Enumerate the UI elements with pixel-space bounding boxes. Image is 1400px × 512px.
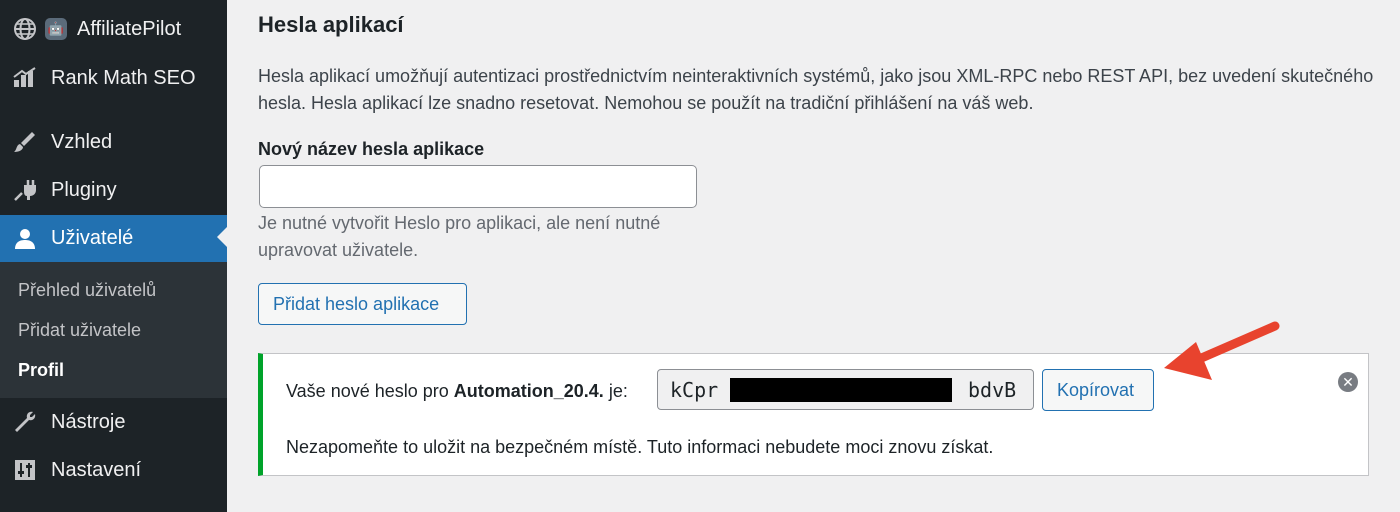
globe-icon bbox=[11, 15, 39, 43]
robot-logo-icon: 🤖 bbox=[45, 18, 67, 40]
dismiss-icon[interactable]: ✕ bbox=[1338, 372, 1358, 392]
section-description: Hesla aplikací umožňují autentizaci pros… bbox=[258, 66, 1374, 113]
submenu-item-pridat-uzivatele[interactable]: Přidat uživatele bbox=[18, 320, 141, 341]
notice-warning: Nezapomeňte to uložit na bezpečném místě… bbox=[286, 437, 994, 457]
sidebar-item-label: Pluginy bbox=[51, 178, 117, 201]
copy-password-button[interactable]: Kopírovat bbox=[1042, 369, 1154, 411]
paintbrush-icon bbox=[11, 128, 39, 156]
field-hint: Je nutné vytvořit Heslo pro aplikaci, al… bbox=[258, 213, 661, 260]
notice-prefix: Vaše nové heslo pro bbox=[286, 381, 454, 401]
admin-sidebar: 🤖 AffiliatePilot Rank Math SEO Vzhled Pl… bbox=[0, 0, 227, 512]
main-content: Hesla aplikací Hesla aplikací umožňují a… bbox=[227, 0, 1400, 512]
notice-suffix: je: bbox=[603, 381, 628, 401]
new-password-field[interactable]: kCpr bdvB bbox=[657, 369, 1034, 410]
notice-app-name: Automation_20.4. bbox=[453, 381, 604, 401]
sidebar-item-label: Rank Math SEO bbox=[51, 66, 196, 89]
new-app-password-name-input[interactable] bbox=[259, 165, 697, 208]
sidebar-item-nastaveni[interactable]: Nastavení bbox=[0, 448, 227, 492]
sidebar-item-label: Vzhled bbox=[51, 130, 113, 153]
sidebar-item-vzhled[interactable]: Vzhled bbox=[0, 120, 227, 164]
plugin-icon bbox=[11, 176, 39, 204]
submenu-item-prehled-uzivatelu[interactable]: Přehled uživatelů bbox=[18, 280, 156, 301]
user-icon bbox=[11, 225, 39, 253]
password-start: kCpr bbox=[670, 378, 719, 402]
wrench-icon bbox=[11, 408, 39, 436]
section-title: Hesla aplikací bbox=[258, 12, 404, 37]
password-redaction bbox=[730, 378, 952, 402]
sidebar-item-label: Uživatelé bbox=[51, 227, 134, 249]
new-app-password-name-label: Nový název hesla aplikace bbox=[258, 139, 485, 159]
settings-sliders-icon bbox=[11, 456, 39, 484]
sidebar-item-label: Nástroje bbox=[51, 410, 126, 433]
sidebar-item-nastroje[interactable]: Nástroje bbox=[0, 400, 227, 444]
sidebar-item-affiliatepilot[interactable]: 🤖 AffiliatePilot bbox=[0, 7, 227, 51]
add-app-password-button[interactable]: Přidat heslo aplikace bbox=[258, 283, 467, 325]
rank-math-icon bbox=[11, 64, 39, 92]
sidebar-item-rank-math-seo[interactable]: Rank Math SEO bbox=[0, 56, 227, 100]
annotation-arrow-icon bbox=[1164, 321, 1280, 380]
sidebar-item-label: Nastavení bbox=[51, 458, 142, 481]
notice-message: Vaše nové heslo pro Automation_20.4. je: bbox=[286, 381, 628, 402]
users-submenu: Přehled uživatelů Přidat uživatele Profi… bbox=[0, 262, 227, 398]
sidebar-item-pluginy[interactable]: Pluginy bbox=[0, 168, 227, 212]
sidebar-item-label: AffiliatePilot bbox=[77, 17, 182, 40]
sidebar-item-uzivatele[interactable]: Uživatelé bbox=[0, 215, 227, 262]
password-end: bdvB bbox=[968, 378, 1017, 402]
submenu-item-profil[interactable]: Profil bbox=[18, 360, 64, 381]
